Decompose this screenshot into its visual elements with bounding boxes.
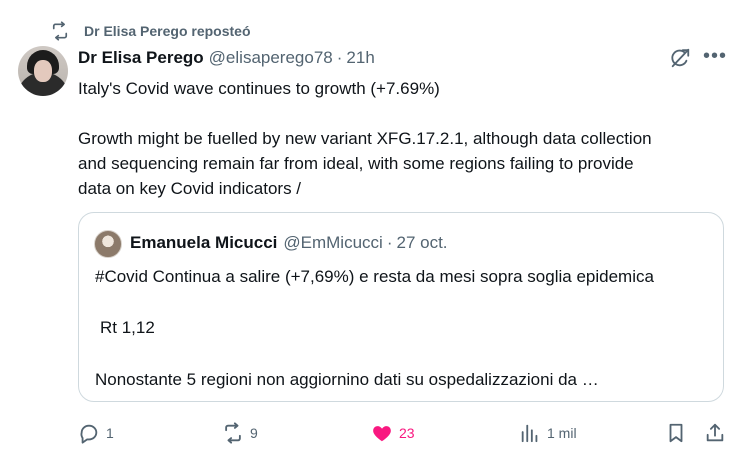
post-header: Dr Elisa Perego @elisaperego78 · 21h: [78, 46, 375, 70]
reply-count: 1: [106, 425, 114, 441]
repost-indicator[interactable]: Dr Elisa Perego reposteó: [50, 20, 251, 42]
post-line: and sequencing remain far from ideal, wi…: [78, 154, 634, 173]
quoted-post[interactable]: Emanuela Micucci @EmMicucci · 27 oct. #C…: [78, 212, 724, 402]
post-text: Italy's Covid wave continues to growth (…: [78, 76, 728, 201]
post-line: Italy's Covid wave continues to growth (…: [78, 79, 440, 98]
like-count: 23: [399, 425, 415, 441]
quote-author-name[interactable]: Emanuela Micucci: [130, 233, 277, 253]
views-icon: [521, 424, 538, 443]
more-icon: •••: [703, 45, 728, 67]
post-line: data on key Covid indicators /: [78, 179, 302, 198]
quote-author-handle[interactable]: @EmMicucci: [283, 233, 382, 253]
repost-count: 9: [250, 425, 258, 441]
repost-label: Dr Elisa Perego reposteó: [84, 23, 251, 39]
share-icon: [706, 423, 724, 442]
quote-line: Rt 1,12: [100, 318, 155, 337]
quote-avatar[interactable]: [94, 230, 122, 258]
bookmark-button[interactable]: [665, 420, 687, 446]
action-bar: 1 9 23 1 mil: [78, 420, 728, 446]
reply-icon: [80, 424, 98, 444]
quote-line: #Covid Continua a salire (+7,69%) e rest…: [95, 267, 654, 286]
like-icon: [373, 426, 391, 442]
quote-time-separator: ·: [386, 233, 393, 252]
grok-button[interactable]: [669, 47, 691, 69]
quote-line: Nonostante 5 regioni non aggiornino dati…: [95, 370, 599, 389]
repost-icon: [225, 422, 241, 444]
post-time[interactable]: 21h: [346, 48, 374, 68]
author-name[interactable]: Dr Elisa Perego: [78, 48, 204, 68]
share-button[interactable]: [704, 420, 726, 446]
quote-time[interactable]: 27 oct.: [397, 233, 448, 253]
avatar[interactable]: [18, 46, 68, 96]
reply-button[interactable]: 1: [78, 420, 114, 446]
grok-icon: [671, 48, 690, 68]
views-count: 1 mil: [547, 425, 577, 441]
post-line: Growth might be fuelled by new variant X…: [78, 129, 652, 148]
like-button[interactable]: 23: [371, 420, 415, 446]
repost-button[interactable]: 9: [222, 420, 258, 446]
time-separator: ·: [336, 48, 343, 67]
quote-header: Emanuela Micucci @EmMicucci · 27 oct.: [130, 231, 448, 255]
author-handle[interactable]: @elisaperego78: [209, 48, 333, 68]
repost-icon: [52, 21, 68, 41]
more-button[interactable]: •••: [703, 45, 728, 69]
bookmark-icon: [669, 423, 683, 443]
views-button[interactable]: 1 mil: [519, 420, 577, 446]
